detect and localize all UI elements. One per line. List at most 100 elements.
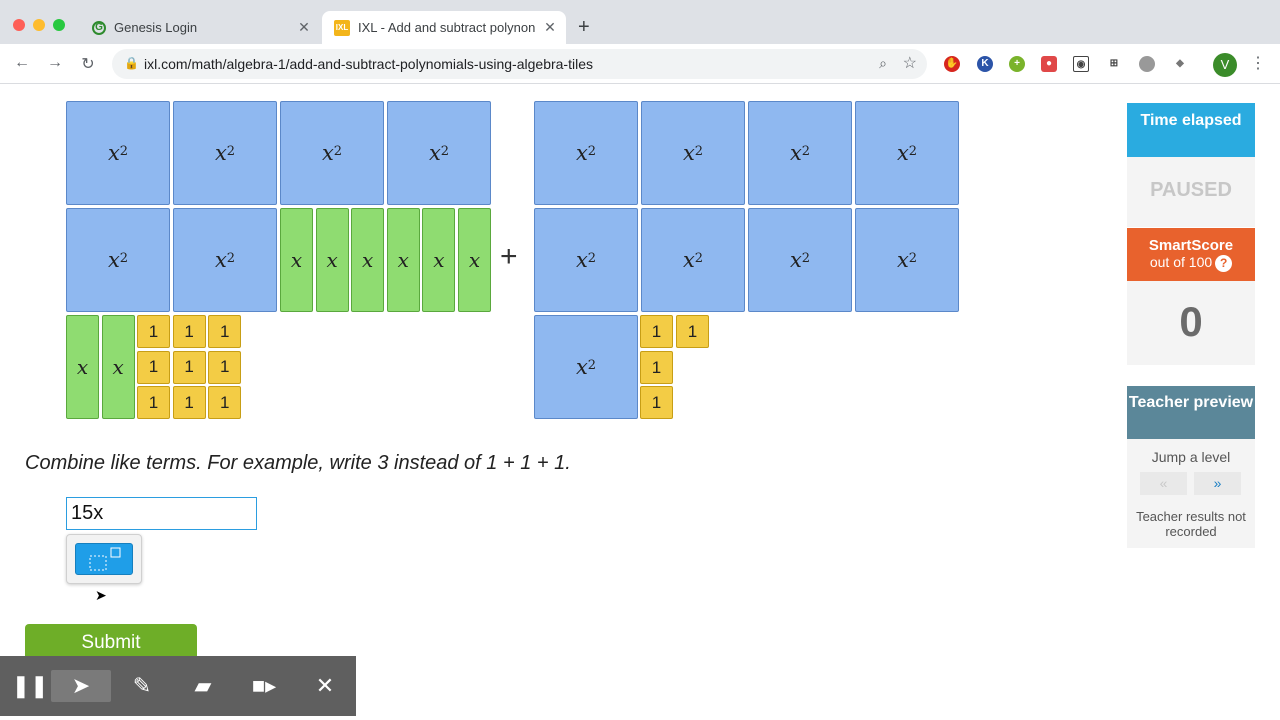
unit-tile: 1	[208, 350, 242, 384]
x-squared-tile: x2	[748, 208, 852, 312]
tab-genesis-login[interactable]: G Genesis Login ✕	[80, 11, 320, 44]
unit-tile: 1	[676, 315, 709, 348]
tile-label: x	[107, 141, 120, 165]
grid-extension-icon[interactable]: ⊞	[1106, 56, 1122, 72]
tile-label: x	[214, 141, 227, 165]
x-squared-tile: x2	[641, 208, 745, 312]
pen-tool-button[interactable]: ✎	[112, 670, 172, 702]
puzzle-extension-icon[interactable]: ◆	[1172, 56, 1188, 72]
jump-level-label: Jump a level	[1151, 449, 1231, 465]
tab-ixl[interactable]: IXL IXL - Add and subtract polynon ✕	[322, 11, 566, 44]
math-keypad-popup	[66, 534, 142, 584]
minimize-window-button[interactable]	[33, 19, 45, 31]
tile-label: x	[896, 248, 909, 272]
tile-exponent: 2	[694, 143, 704, 159]
tile-label: x	[321, 141, 334, 165]
screenshot-extension-icon[interactable]: ◉	[1073, 56, 1089, 72]
unit-tile: 1	[640, 386, 673, 419]
time-elapsed-header: Time elapsed	[1127, 103, 1255, 157]
reload-icon[interactable]: ↻	[78, 54, 98, 74]
unit-tile: 1	[208, 386, 242, 420]
close-tab-icon[interactable]: ✕	[294, 19, 314, 36]
camera-button[interactable]: ■▸	[234, 670, 294, 702]
tab-title: Genesis Login	[114, 20, 198, 35]
profile-avatar[interactable]: V	[1213, 53, 1237, 77]
tile-label: x	[575, 141, 588, 165]
tab-title: IXL - Add and subtract polynon	[358, 20, 536, 35]
eraser-tool-button[interactable]: ▰	[173, 670, 233, 702]
tile-label: x	[214, 248, 227, 272]
browser-tab-bar: G Genesis Login ✕ IXL IXL - Add and subt…	[0, 0, 1280, 44]
maximize-window-button[interactable]	[53, 19, 65, 31]
tile-exponent: 2	[587, 357, 597, 373]
adblock-extension-icon[interactable]: ✋	[944, 56, 960, 72]
unit-tile: 1	[137, 315, 170, 348]
mouse-cursor-icon: ➤	[95, 587, 107, 603]
browser-menu-icon[interactable]: ⋮	[1250, 53, 1266, 73]
x-squared-tile: x2	[173, 101, 277, 205]
smartscore-value: 0	[1127, 281, 1255, 365]
forward-arrow-icon[interactable]: →	[45, 54, 65, 72]
x-tile: x	[458, 208, 491, 312]
new-tab-button[interactable]: +	[578, 16, 590, 39]
bookmark-star-icon[interactable]: ☆	[903, 53, 917, 73]
pause-icon: ❚❚	[11, 673, 49, 698]
plus-extension-icon[interactable]: +	[1009, 56, 1025, 72]
x-squared-tile: x2	[280, 101, 384, 205]
tile-exponent: 2	[801, 250, 811, 266]
x-squared-tile: x2	[173, 208, 277, 312]
tile-label: x	[682, 248, 695, 272]
k-extension-icon[interactable]: K	[977, 56, 993, 72]
eraser-icon: ▰	[194, 673, 212, 698]
jump-forward-button[interactable]: »	[1194, 472, 1241, 495]
x-squared-tile: x2	[387, 101, 491, 205]
tile-exponent: 2	[119, 143, 129, 159]
ixl-favicon-icon: IXL	[334, 19, 350, 36]
pen-icon: ✎	[132, 673, 152, 698]
x-squared-tile: x2	[641, 101, 745, 205]
back-arrow-icon[interactable]: ←	[12, 54, 32, 72]
close-recorder-button[interactable]: ✕	[295, 670, 355, 702]
x-squared-tile: x2	[748, 101, 852, 205]
tile-label: x	[789, 141, 802, 165]
tile-label: x	[575, 355, 588, 379]
unit-tile: 1	[172, 350, 206, 384]
help-icon[interactable]: ?	[1215, 255, 1233, 272]
tile-exponent: 2	[801, 143, 811, 159]
tile-label: x	[428, 141, 441, 165]
answer-input[interactable]: 15x	[66, 497, 257, 530]
address-bar[interactable]: 🔒 ixl.com/math/algebra-1/add-and-subtrac…	[112, 49, 927, 79]
teacher-preview-panel: Jump a level « » Teacher results not rec…	[1127, 439, 1255, 548]
x-squared-tile: x2	[66, 208, 170, 312]
time-elapsed-value: PAUSED	[1127, 157, 1255, 227]
tile-exponent: 2	[226, 143, 236, 159]
recorder-toolbar: ❚❚ ➤ ✎ ▰ ■▸ ✕	[0, 656, 356, 716]
x-squared-tile: x2	[855, 101, 959, 205]
unit-tile: 1	[137, 350, 170, 384]
close-icon: ✕	[315, 673, 335, 698]
url-text: ixl.com/math/algebra-1/add-and-subtract-…	[144, 56, 593, 72]
close-tab-icon[interactable]: ✕	[540, 19, 560, 36]
ixl-question-page: x2x2x2x2x2x2xxxxxxxx111111111x2x2x2x2x2x…	[0, 85, 1280, 720]
tile-exponent: 2	[333, 143, 343, 159]
exponent-button[interactable]	[75, 543, 133, 575]
close-window-button[interactable]	[13, 19, 25, 31]
camera-icon: ■▸	[251, 673, 277, 698]
teacher-preview-header: Teacher preview	[1127, 386, 1255, 439]
x-tile: x	[315, 208, 349, 312]
tile-label: x	[682, 141, 695, 165]
x-squared-tile: x2	[534, 315, 638, 419]
x-tile: x	[280, 208, 313, 312]
apple-extension-icon[interactable]	[1139, 56, 1155, 72]
tile-exponent: 2	[119, 250, 129, 266]
x-squared-tile: x2	[855, 208, 959, 312]
pointer-icon: ➤	[71, 673, 91, 698]
tile-exponent: 2	[908, 250, 918, 266]
jump-back-button[interactable]: «	[1140, 472, 1187, 495]
teacher-results-note: Teacher results not recorded	[1136, 509, 1246, 539]
zoom-icon[interactable]: ⌕	[879, 55, 887, 72]
genesis-favicon-icon: G	[92, 20, 106, 35]
plus-sign: +	[500, 240, 518, 273]
record-extension-icon[interactable]: ●	[1041, 56, 1057, 72]
pointer-tool-button[interactable]: ➤	[51, 670, 111, 702]
